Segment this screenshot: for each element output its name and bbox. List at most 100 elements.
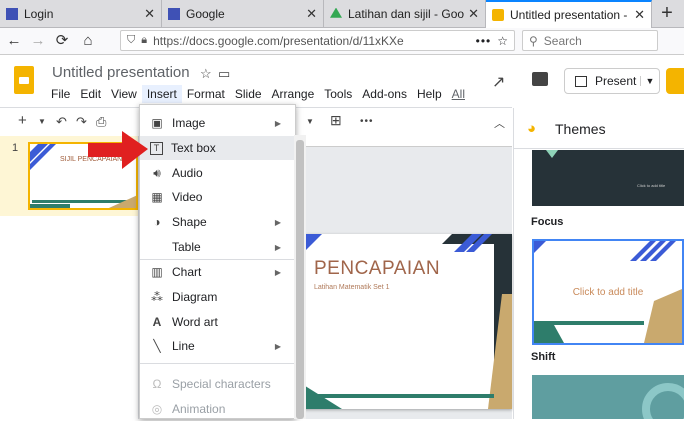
video-icon: ▦	[151, 190, 163, 204]
more-options-icon[interactable]: •••	[360, 116, 374, 127]
menu-help[interactable]: Help	[412, 85, 447, 103]
menu-view[interactable]: View	[106, 85, 142, 103]
document-title[interactable]: Untitled presentation	[52, 64, 190, 81]
browser-tab-presentation[interactable]: Untitled presentation - Goo ✕	[486, 0, 652, 28]
new-tab-button[interactable]: +	[652, 0, 682, 27]
menu-item-label: Diagram	[172, 290, 218, 304]
browser-tab-google[interactable]: Google ✕	[162, 0, 324, 27]
browser-tab-bar: Login ✕ Google ✕ Latihan dan sijil - Goo…	[0, 0, 684, 28]
print-icon[interactable]: ⎙	[96, 114, 106, 130]
menu-item-label: Text box	[171, 141, 216, 155]
slides-logo-icon[interactable]	[14, 66, 34, 94]
browser-tab-login[interactable]: Login ✕	[0, 0, 162, 27]
theme-name-shift: Shift	[531, 351, 556, 363]
tab-label: Login	[24, 6, 54, 21]
omega-icon: Ω	[152, 377, 162, 391]
forward-arrow-icon[interactable]: →	[28, 31, 48, 51]
insert-menu: ▣ Image ▶ T Text box 🔊︎ Audio ▦ Video ◑ …	[139, 104, 296, 419]
present-label: Present	[595, 74, 637, 88]
home-icon[interactable]: ⌂	[78, 31, 98, 51]
reload-icon[interactable]: ⟳	[52, 31, 72, 51]
search-input[interactable]: ⚲ Search	[522, 30, 658, 51]
menu-item-chart[interactable]: ▥ Chart ▶	[140, 260, 295, 284]
theme-shift-placeholder: Click to add title	[572, 287, 644, 298]
theme-shift-preview[interactable]: Click to add title	[532, 239, 684, 345]
bookmark-star-icon[interactable]: ☆	[497, 34, 508, 48]
chevron-down-icon[interactable]: ▼	[306, 117, 314, 126]
menu-scrollbar-thumb[interactable]	[296, 140, 304, 419]
search-placeholder: Search	[543, 33, 582, 48]
menu-item-label: Chart	[172, 265, 202, 279]
activity-trend-icon[interactable]: ↗	[492, 72, 505, 92]
red-arrow-annotation-icon	[88, 131, 148, 169]
menu-item-audio[interactable]: 🔊︎ Audio	[140, 161, 295, 185]
submenu-arrow-icon: ▶	[274, 341, 281, 351]
collapse-toolbar-icon[interactable]: ︿	[494, 115, 505, 131]
close-tab-icon[interactable]: ✕	[306, 6, 317, 22]
menu-item-label: Animation	[172, 402, 226, 416]
menu-item-label: Audio	[172, 166, 203, 180]
text-box-icon: T	[150, 141, 163, 155]
close-tab-icon[interactable]: ✕	[634, 7, 645, 23]
chevron-down-icon[interactable]: ▼	[38, 117, 46, 126]
present-button[interactable]: Present ▼	[564, 68, 660, 94]
tab-label: Latihan dan sijil - Google Dri	[348, 6, 465, 21]
image-icon: ▣	[151, 116, 163, 130]
menu-item-text-box[interactable]: T Text box	[140, 136, 295, 160]
submenu-arrow-icon: ▶	[274, 217, 281, 227]
theme-focus-placeholder: Click to add title	[637, 183, 666, 188]
more-actions-icon[interactable]: •••	[476, 34, 492, 48]
menu-item-line[interactable]: ╲ Line ▶	[140, 334, 295, 358]
menu-item-label: Shape	[172, 215, 207, 229]
themes-title: Themes	[555, 121, 606, 137]
menu-item-label: Video	[172, 190, 203, 204]
redo-icon[interactable]: ↷	[76, 114, 87, 130]
slide-title[interactable]: PENCAPAIAN	[314, 258, 440, 280]
last-edit-link[interactable]: All	[447, 85, 470, 103]
close-tab-icon[interactable]: ✕	[144, 6, 155, 22]
browser-tab-drive[interactable]: Latihan dan sijil - Google Dri ✕	[324, 0, 486, 27]
submenu-arrow-icon: ▶	[274, 118, 281, 128]
menu-tools[interactable]: Tools	[319, 85, 357, 103]
animation-icon: ◎	[151, 402, 163, 416]
menu-item-label: Image	[172, 116, 206, 130]
add-comment-icon[interactable]: ⊞	[330, 112, 342, 129]
palette-icon: ◕	[527, 120, 537, 137]
horizontal-ruler	[296, 136, 512, 147]
theme-third-preview[interactable]	[532, 375, 684, 419]
menu-item-word-art[interactable]: A Word art	[140, 310, 295, 334]
menu-insert[interactable]: Insert	[141, 85, 182, 103]
audio-icon: 🔊︎	[153, 165, 161, 180]
menu-slide[interactable]: Slide	[230, 85, 267, 103]
new-slide-icon[interactable]: +	[18, 112, 27, 129]
menu-edit[interactable]: Edit	[75, 85, 106, 103]
menu-item-image[interactable]: ▣ Image ▶	[140, 111, 295, 135]
menu-item-animation[interactable]: ◎ Animation	[140, 397, 295, 421]
menu-item-special-characters[interactable]: Ω Special characters	[140, 372, 295, 396]
close-tab-icon[interactable]: ✕	[468, 6, 479, 22]
menu-item-diagram[interactable]: ⁂ Diagram	[140, 285, 295, 309]
menu-arrange[interactable]: Arrange	[267, 85, 320, 103]
undo-icon[interactable]: ↶	[56, 114, 67, 130]
slide[interactable]: PENCAPAIAN Latihan Matematik Set 1	[302, 234, 512, 409]
menu-item-video[interactable]: ▦ Video	[140, 185, 295, 209]
tab-label: Untitled presentation - Goo	[510, 8, 630, 22]
back-arrow-icon[interactable]: ←	[4, 31, 24, 51]
submenu-arrow-icon: ▶	[274, 242, 281, 252]
diagram-icon: ⁂	[151, 290, 163, 304]
theme-name-focus: Focus	[531, 216, 564, 228]
menu-add-ons[interactable]: Add-ons	[357, 85, 412, 103]
star-icon[interactable]: ☆	[200, 66, 212, 82]
menu-format[interactable]: Format	[182, 85, 230, 103]
comments-icon[interactable]	[532, 72, 548, 86]
theme-focus-preview[interactable]: Click to add title	[532, 150, 684, 206]
slide-subtitle[interactable]: Latihan Matematik Set 1	[314, 284, 390, 291]
share-button[interactable]	[666, 68, 684, 94]
move-folder-icon[interactable]: ▭	[218, 66, 230, 82]
url-bar[interactable]: ⛉ 🔒︎ https://docs.google.com/presentatio…	[120, 30, 515, 51]
search-icon: ⚲	[529, 33, 538, 48]
menu-item-shape[interactable]: ◑ Shape ▶	[140, 210, 295, 234]
menu-file[interactable]: File	[46, 85, 75, 103]
chevron-down-icon[interactable]: ▼	[640, 76, 659, 86]
menu-item-table[interactable]: Table ▶	[140, 235, 295, 259]
